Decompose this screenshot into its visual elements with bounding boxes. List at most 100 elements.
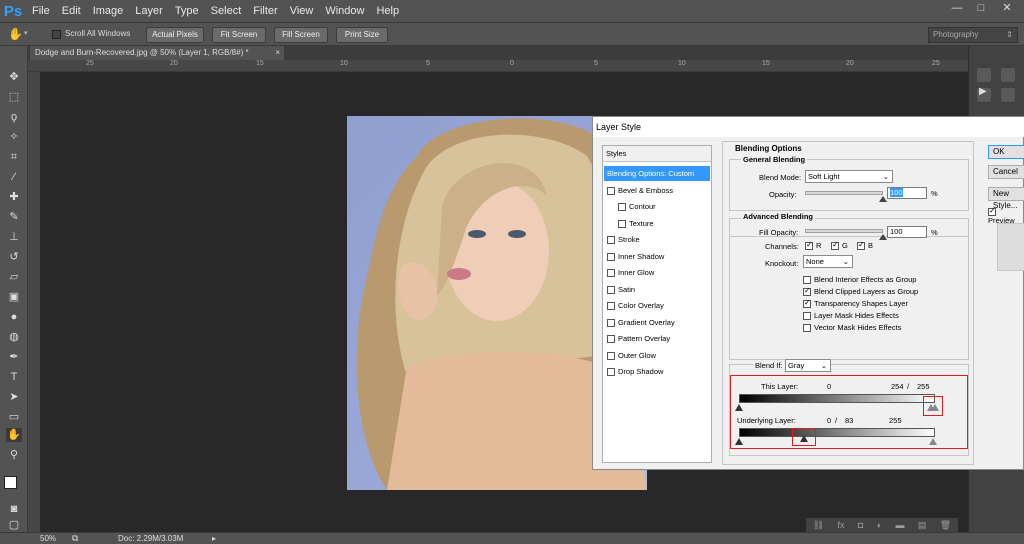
blend-if-select[interactable]: Gray ⌄ <box>785 359 831 372</box>
quick-mask-icon[interactable]: ◙ <box>6 502 22 516</box>
advanced-checkbox[interactable] <box>803 286 811 297</box>
channel-r-checkbox[interactable] <box>805 240 813 251</box>
menu-file[interactable]: File <box>26 0 56 22</box>
blur-tool-icon[interactable]: ● <box>6 310 22 324</box>
style-item-outer-glow[interactable]: Outer Glow <box>604 348 710 363</box>
advanced-check-row[interactable]: Layer Mask Hides Effects <box>803 311 899 321</box>
advanced-check-row[interactable]: Vector Mask Hides Effects <box>803 323 901 333</box>
new-group-icon[interactable]: ▬ <box>896 520 905 530</box>
marquee-tool-icon[interactable]: ⬚ <box>6 90 22 104</box>
cancel-button[interactable]: Cancel <box>988 165 1024 179</box>
styles-header[interactable]: Styles <box>603 146 711 162</box>
advanced-checkbox[interactable] <box>803 298 811 309</box>
panel-toggle-icon[interactable] <box>977 68 991 82</box>
style-checkbox[interactable] <box>607 368 615 377</box>
style-item-satin[interactable]: Satin <box>604 282 710 297</box>
fill-opacity-input[interactable]: 100 <box>887 226 927 238</box>
tool-preset-dropdown-icon[interactable]: ▾ <box>24 29 28 37</box>
fit-screen-button[interactable]: Fit Screen <box>212 27 266 43</box>
channel-b[interactable]: B <box>857 240 873 251</box>
fill-opacity-slider-thumb[interactable] <box>879 234 887 240</box>
style-checkbox[interactable] <box>607 269 615 278</box>
zoom-tool-icon[interactable]: ⚲ <box>6 448 22 462</box>
quick-select-tool-icon[interactable]: ✧ <box>6 130 22 144</box>
gradient-tool-icon[interactable]: ▣ <box>6 290 22 304</box>
advanced-checkbox[interactable] <box>803 324 811 333</box>
style-checkbox[interactable] <box>607 236 615 245</box>
style-item-contour[interactable]: Contour <box>604 199 710 214</box>
underlying-black-handle-right[interactable] <box>800 435 808 442</box>
channel-b-checkbox[interactable] <box>857 240 865 251</box>
pen-tool-icon[interactable]: ✒ <box>6 350 22 364</box>
advanced-checkbox[interactable] <box>803 276 811 285</box>
style-item-drop-shadow[interactable]: Drop Shadow <box>604 364 710 379</box>
dodge-tool-icon[interactable]: ◍ <box>6 330 22 344</box>
menu-layer[interactable]: Layer <box>129 0 169 22</box>
style-checkbox[interactable] <box>607 186 615 195</box>
style-item-gradient-overlay[interactable]: Gradient Overlay <box>604 315 710 330</box>
channel-g[interactable]: G <box>831 240 848 251</box>
clone-stamp-tool-icon[interactable]: ⊥ <box>6 230 22 244</box>
menu-filter[interactable]: Filter <box>247 0 283 22</box>
menu-view[interactable]: View <box>284 0 320 22</box>
style-item-stroke[interactable]: Stroke <box>604 232 710 247</box>
style-checkbox[interactable] <box>618 219 626 228</box>
opacity-slider[interactable] <box>805 191 883 195</box>
crop-tool-icon[interactable]: ⌗ <box>6 150 22 164</box>
healing-brush-tool-icon[interactable]: ✚ <box>6 190 22 204</box>
status-menu-arrow-icon[interactable]: ▸ <box>212 534 216 543</box>
style-item-color-overlay[interactable]: Color Overlay <box>604 298 710 313</box>
channel-r[interactable]: R <box>805 240 821 251</box>
rectangle-tool-icon[interactable]: ▭ <box>6 410 22 424</box>
type-tool-icon[interactable]: T <box>6 370 22 384</box>
this-layer-white-handle-right[interactable] <box>931 404 939 411</box>
this-layer-black-handle[interactable] <box>735 404 743 411</box>
eyedropper-tool-icon[interactable]: ⁄ <box>6 170 22 184</box>
opacity-slider-thumb[interactable] <box>879 196 887 202</box>
channel-g-checkbox[interactable] <box>831 240 839 251</box>
scroll-all-windows-checkbox[interactable] <box>52 30 61 39</box>
history-brush-tool-icon[interactable]: ↺ <box>6 250 22 264</box>
underlying-white-handle[interactable] <box>929 438 937 445</box>
style-checkbox[interactable] <box>607 318 615 327</box>
move-tool-icon[interactable]: ✥ <box>6 70 22 84</box>
close-tab-icon[interactable]: × <box>275 46 280 60</box>
status-export-icon[interactable]: ⧉ <box>72 533 78 544</box>
add-mask-icon[interactable]: ◘ <box>858 520 863 530</box>
foreground-color-swatch[interactable] <box>4 476 17 489</box>
close-window-button[interactable]: ✕ <box>994 0 1020 18</box>
workspace-select[interactable]: Photography ⇕ <box>928 27 1018 43</box>
style-checkbox[interactable] <box>607 252 615 261</box>
opacity-input[interactable]: 100 <box>887 187 927 199</box>
menu-window[interactable]: Window <box>319 0 370 22</box>
eraser-tool-icon[interactable]: ▱ <box>6 270 22 284</box>
hand-tool-icon[interactable]: ✋ <box>8 27 23 41</box>
style-checkbox[interactable] <box>618 203 626 212</box>
blend-mode-select[interactable]: Soft Light ⌄ <box>805 170 893 183</box>
preview-checkbox[interactable] <box>988 206 996 217</box>
screen-mode-icon[interactable]: ▢ <box>6 518 22 532</box>
maximize-button[interactable]: □ <box>968 0 994 18</box>
path-selection-tool-icon[interactable]: ➤ <box>6 390 22 404</box>
lasso-tool-icon[interactable]: ϙ <box>6 110 22 124</box>
zoom-level[interactable]: 50% <box>40 534 56 543</box>
style-item-inner-glow[interactable]: Inner Glow <box>604 265 710 280</box>
new-style-button[interactable]: New Style... <box>988 187 1024 210</box>
ok-button[interactable]: OK <box>988 145 1024 159</box>
style-item-inner-shadow[interactable]: Inner Shadow <box>604 249 710 264</box>
menu-select[interactable]: Select <box>205 0 248 22</box>
print-size-button[interactable]: Print Size <box>336 27 388 43</box>
actual-pixels-button[interactable]: Actual Pixels <box>146 27 204 43</box>
style-item-texture[interactable]: Texture <box>604 216 710 231</box>
navigator-panel-icon[interactable] <box>1001 88 1015 102</box>
style-checkbox[interactable] <box>607 335 615 344</box>
brush-tool-icon[interactable]: ✎ <box>6 210 22 224</box>
advanced-check-row[interactable]: Blend Clipped Layers as Group <box>803 286 918 297</box>
document-tab[interactable]: Dodge and Burn-Recovered.jpg @ 50% (Laye… <box>30 46 284 60</box>
menu-help[interactable]: Help <box>370 0 405 22</box>
menu-edit[interactable]: Edit <box>56 0 87 22</box>
adjustment-layer-icon[interactable]: ◐ <box>877 520 882 530</box>
knockout-select[interactable]: None ⌄ <box>803 255 853 268</box>
fill-opacity-slider[interactable] <box>805 229 883 233</box>
hand-tool-icon[interactable]: ✋ <box>6 428 22 442</box>
